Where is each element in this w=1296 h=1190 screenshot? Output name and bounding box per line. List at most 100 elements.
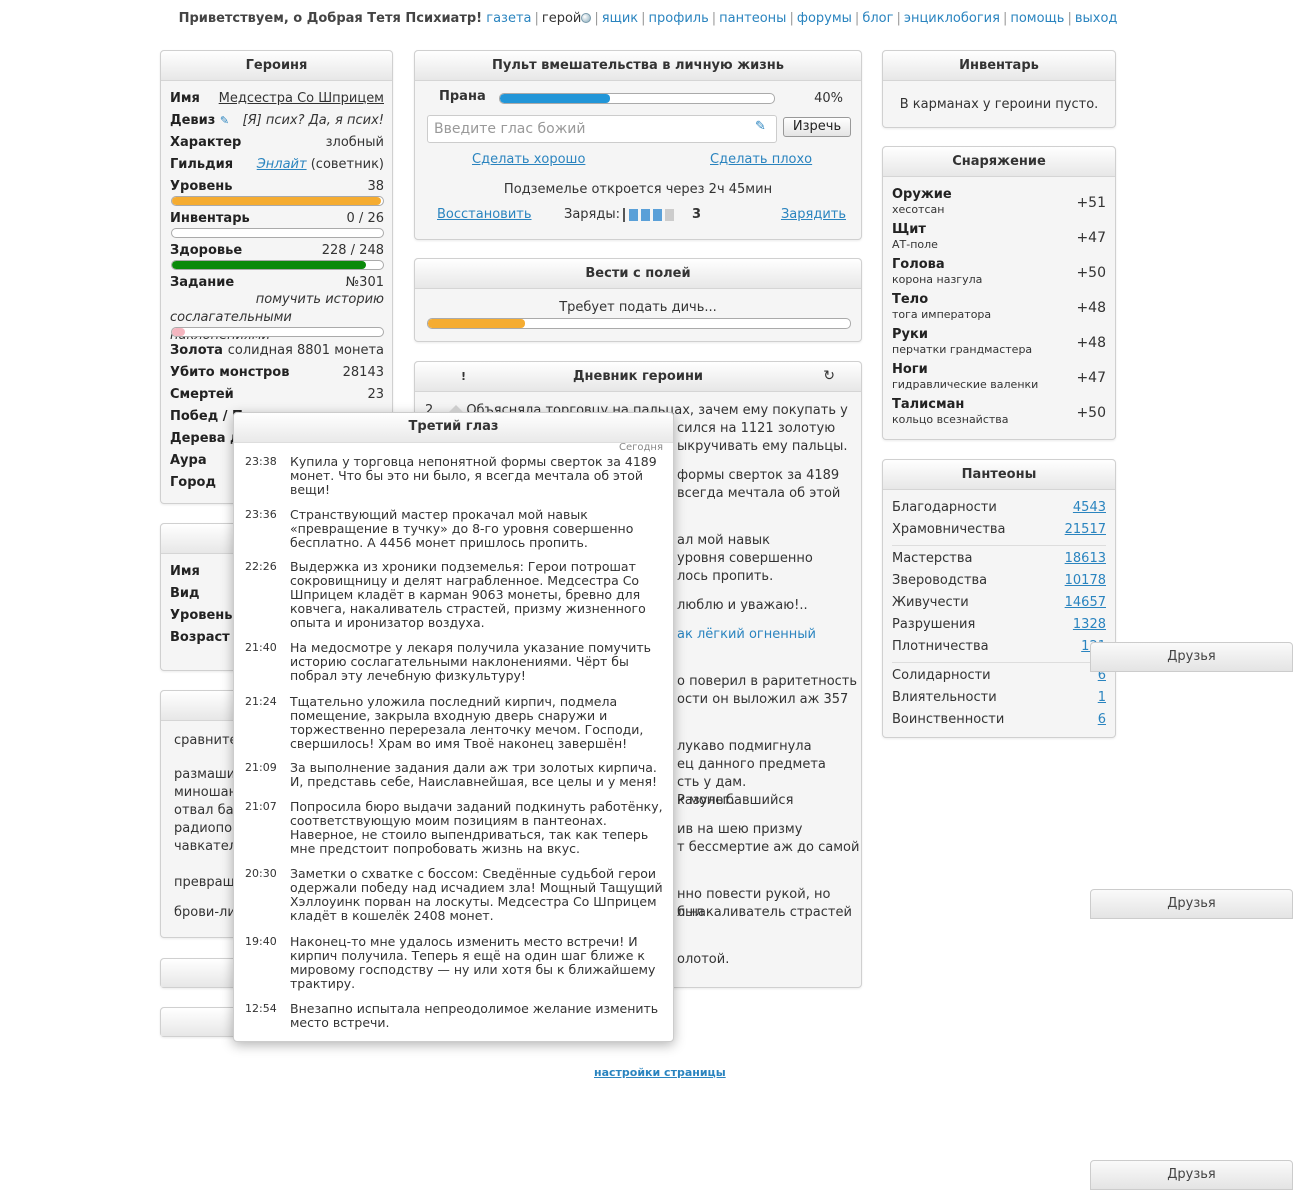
diary-title: ! Дневник героини ↻ [415,362,861,392]
health-label: Здоровье [170,243,243,258]
friends-tab[interactable]: Друзья [1090,889,1293,919]
equipment-row-body: Тело тога императора +48 [892,292,1106,321]
pantheon-row: Плотничества121 [892,637,1106,657]
diary-line-3: ыкручивать ему пальцы. [677,439,848,454]
quest-label: Задание [170,275,235,290]
monsters-label: Убито монстров [170,365,290,380]
nav-pantheons[interactable]: пантеоны [719,11,786,26]
health-progress-fill [172,261,367,269]
nav-hero[interactable]: герой [542,11,581,26]
nav-encyclopedia[interactable]: энциклобогия [904,11,1000,26]
diary-line-8: лось пропить. [677,569,774,584]
pantheon-value-link[interactable]: 14657 [1065,593,1106,613]
news-title: Вести с полей [415,259,861,289]
diary-line-12: ости он выложил аж 357 [677,692,849,707]
diary-line-14: ец данного предмета [677,757,826,772]
hero-name-link[interactable]: Медсестра Со Шприцем [219,89,384,109]
pantheon-value-link[interactable]: 1 [1098,688,1106,708]
third-eye-title: Третий глаз [234,413,673,443]
page-settings-link[interactable]: настройки страницы [594,1066,726,1079]
pantheon-divider [892,662,1106,663]
gold-value: солидная 8801 монета [227,343,384,358]
pantheon-row: Разрушения 1328 [892,615,1106,635]
pantheons-block: Пантеоны Благодарности 4543 Храмовничеств… [882,459,1116,738]
do-good-link[interactable]: Сделать хорошо [472,152,585,167]
diary-line-17: ив на шею призму [677,822,803,837]
equipment-title: Снаряжение [883,147,1115,177]
pantheon-row: Храмовничества 21517 [892,520,1106,540]
pantheon-row: Звероводства 10178 [892,571,1106,591]
pet-level-label: Уровень [170,608,233,623]
send-voice-button[interactable]: Изречь [783,117,851,137]
pantheon-value-link[interactable]: 6 [1098,710,1106,730]
news-progress-fill [428,319,526,328]
level-progress-bar [171,196,384,206]
charge-link[interactable]: Зарядить [781,207,846,222]
diary-line-11: о поверил в раритетность [677,674,858,689]
name-label: Имя [170,91,200,106]
pantheon-value-link[interactable]: 1328 [1073,615,1106,635]
deaths-value: 23 [367,387,384,402]
heroine-block-title: Героиня [161,51,392,81]
nav-newspaper[interactable]: газета [486,11,531,26]
news-text: Требует подать дичь... [559,300,717,315]
voice-input[interactable]: Введите глас божий [427,115,777,143]
today-label: Сегодня [619,442,663,453]
equipment-row-arms: Руки перчатки грандмастера +48 [892,327,1106,356]
news-block: Вести с полей Требует подать дичь... [414,258,862,342]
diary-line-2: сился на 1121 золотую [677,421,836,436]
quest-number: №301 [345,275,384,290]
restore-link[interactable]: Восстановить [437,207,532,222]
level-label: Уровень [170,179,233,194]
pencil-icon[interactable]: ✎ [220,114,229,127]
pantheon-value-link[interactable]: 10178 [1065,571,1106,591]
nav-profile[interactable]: профиль [649,11,709,26]
wins-label: Побед / П [170,409,243,424]
nav-logout[interactable]: выход [1075,11,1118,26]
news-progress-bar [427,318,851,329]
prana-fill [500,94,610,103]
motto-label: Девиз ✎ [170,113,230,128]
do-bad-link[interactable]: Сделать плохо [710,152,812,167]
top-navigation: Приветствуем, о Добрая Тетя Психиатр! га… [178,11,1118,26]
character-value: злобный [325,135,384,150]
pantheon-row: Живучести 14657 [892,593,1106,613]
skills-line-8: брови-ли [174,905,236,920]
charges-label: Заряды: [564,207,621,222]
voice-icon[interactable]: ✎ [755,119,766,134]
pantheon-divider [892,545,1106,546]
aura-label: Аура [170,453,207,468]
equipment-row-legs: Ноги гидравлические валенки +47 [892,362,1106,391]
nav-mailbox[interactable]: ящик [602,11,638,26]
level-value: 38 [367,179,384,194]
friends-tab[interactable]: Друзья [1090,1160,1293,1190]
skills-line-1: сравните [174,733,238,748]
city-label: Город [170,475,216,490]
pantheon-value-link[interactable]: 4543 [1073,498,1106,518]
diary-line-7: уровня совершенно [677,551,813,566]
pantheon-value-link[interactable]: 18613 [1065,549,1106,569]
diary-line-4: формы сверток за 4189 [677,468,840,483]
friends-tab[interactable]: Друзья [1090,642,1293,672]
skills-line-5: радиопор [174,821,241,836]
skills-line-7: превращ [174,875,235,890]
dungeon-timer: Подземелье откроется через 2ч 45мин [503,182,773,197]
pantheon-value-link[interactable]: 21517 [1065,520,1106,540]
equipment-row-head: Голова корона назгула +50 [892,257,1106,286]
gold-label: Золота [170,343,223,358]
diary-line-16: к монет. [677,793,735,808]
guild-link[interactable]: Энлайт [257,157,307,172]
nav-help[interactable]: помощь [1010,11,1064,26]
third-eye-popup: Третий глаз Сегодня 23:38 Купила у торгов… [233,405,674,1042]
nav-forums[interactable]: форумы [797,11,852,26]
motto-value: [Я] псих? Да, я псих! [242,113,384,128]
hero-orb-icon [581,13,592,23]
nav-blog[interactable]: блог [862,11,893,26]
remote-control-title: Пульт вмешательства в личную жизнь [415,51,861,81]
pet-age-label: Возраст [170,630,230,645]
skills-line-6: чавкател [174,839,238,854]
refresh-icon[interactable]: ↻ [823,362,835,391]
quest-progress-bar [171,327,384,337]
inventory-empty-text: В карманах у героини пусто. [899,97,1099,112]
diary-mark: ! [461,370,467,383]
